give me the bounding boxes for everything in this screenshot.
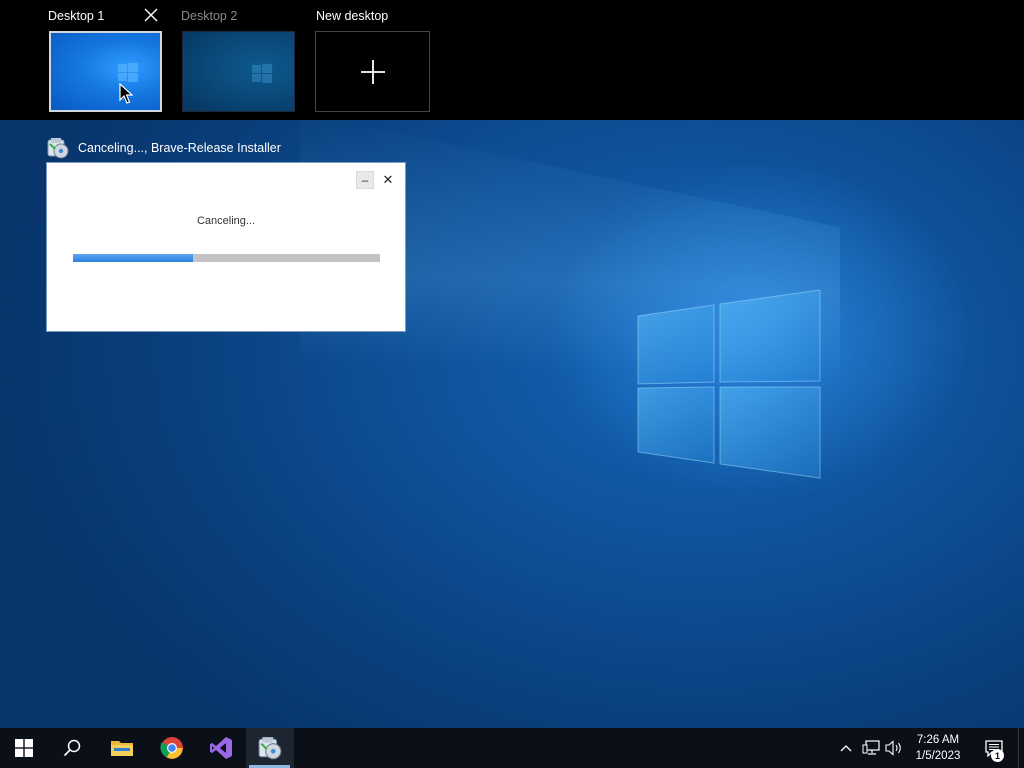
desktop-2-thumbnail[interactable] bbox=[182, 31, 295, 112]
chevron-up-icon bbox=[840, 745, 852, 752]
window-caption[interactable]: Canceling..., Brave-Release Installer bbox=[46, 136, 281, 160]
desktop-1-thumbnail[interactable] bbox=[49, 31, 162, 112]
progress-bar bbox=[73, 254, 380, 262]
close-icon[interactable] bbox=[143, 7, 159, 23]
windows-logo-icon bbox=[118, 63, 138, 82]
notification-badge: 1 bbox=[991, 749, 1004, 762]
progress-fill bbox=[73, 254, 193, 262]
clock[interactable]: 7:26 AM 1/5/2023 bbox=[906, 732, 970, 764]
volume-button[interactable] bbox=[883, 728, 905, 768]
windows-icon bbox=[15, 739, 33, 757]
desktop-1-label: Desktop 1 bbox=[48, 9, 105, 23]
windows-logo-icon bbox=[252, 64, 272, 83]
windows-logo-wallpaper bbox=[636, 289, 822, 480]
minimize-button[interactable]: – bbox=[356, 171, 374, 189]
chrome-button[interactable] bbox=[148, 728, 196, 768]
new-desktop-label: New desktop bbox=[316, 9, 389, 23]
file-explorer-button[interactable] bbox=[98, 728, 146, 768]
network-button[interactable] bbox=[859, 728, 883, 768]
close-button[interactable]: ✕ bbox=[379, 171, 397, 189]
status-text: Canceling... bbox=[196, 215, 256, 227]
network-icon bbox=[862, 740, 880, 755]
clock-date: 1/5/2023 bbox=[915, 750, 961, 762]
installer-icon bbox=[47, 138, 69, 159]
desktop-2-label: Desktop 2 bbox=[181, 9, 238, 23]
installer-icon bbox=[258, 737, 282, 760]
installer-taskbar-button[interactable] bbox=[246, 728, 294, 768]
new-desktop-button[interactable] bbox=[315, 31, 430, 112]
folder-icon bbox=[111, 741, 133, 756]
action-center-button[interactable] bbox=[978, 728, 1010, 768]
task-view-bar: Desktop 1 Desktop 2 New desktop bbox=[0, 0, 1024, 120]
start-button[interactable] bbox=[0, 728, 48, 768]
visual-studio-button[interactable] bbox=[197, 728, 245, 768]
search-icon bbox=[63, 739, 81, 757]
mouse-cursor-icon bbox=[119, 83, 133, 104]
speaker-icon bbox=[885, 740, 901, 756]
visual-studio-icon bbox=[210, 737, 232, 759]
plus-icon bbox=[360, 59, 385, 84]
show-desktop-button[interactable] bbox=[1018, 728, 1024, 768]
window-title: Canceling..., Brave-Release Installer bbox=[78, 141, 281, 155]
installer-dialog[interactable]: – ✕ Canceling... bbox=[47, 163, 405, 331]
chrome-icon bbox=[160, 737, 183, 759]
show-hidden-icons-button[interactable] bbox=[835, 728, 857, 768]
clock-time: 7:26 AM bbox=[916, 734, 960, 746]
search-button[interactable] bbox=[48, 728, 96, 768]
